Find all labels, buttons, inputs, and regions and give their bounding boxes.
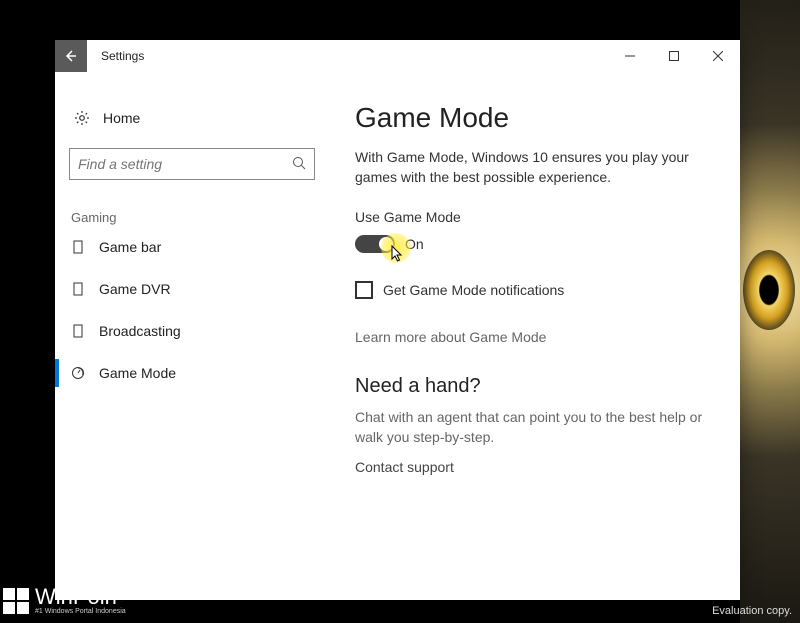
toggle-knob <box>379 237 393 251</box>
main-panel: Game Mode With Game Mode, Windows 10 ens… <box>345 102 740 600</box>
toggle-state: On <box>405 236 424 252</box>
evaluation-watermark: Evaluation copy. <box>712 605 792 617</box>
wallpaper-owl-eye <box>743 250 795 330</box>
search-icon <box>292 156 306 173</box>
gear-icon <box>73 110 91 126</box>
sidebar-group-header: Gaming <box>69 210 345 225</box>
search-box[interactable] <box>69 148 315 180</box>
sidebar-item-label: Game Mode <box>99 365 176 381</box>
learn-more-link[interactable]: Learn more about Game Mode <box>355 329 720 345</box>
back-button[interactable] <box>55 40 87 72</box>
sidebar-item-label: Game bar <box>99 239 161 255</box>
sidebar-item-game-bar[interactable]: Game bar <box>69 227 345 267</box>
sidebar-item-label: Broadcasting <box>99 323 181 339</box>
home-label: Home <box>103 110 140 126</box>
toggle-row: On <box>355 235 720 253</box>
content-area: Home Gaming Game bar Game DVR Broadcasti… <box>55 72 740 600</box>
page-heading: Game Mode <box>355 102 720 134</box>
home-link[interactable]: Home <box>69 102 345 134</box>
minimize-icon <box>625 51 635 61</box>
settings-window: Settings Home Gaming <box>55 40 740 600</box>
game-dvr-icon <box>69 282 87 296</box>
sidebar-item-broadcasting[interactable]: Broadcasting <box>69 311 345 351</box>
desktop-wallpaper <box>740 0 800 623</box>
help-description: Chat with an agent that can point you to… <box>355 408 715 447</box>
game-mode-toggle[interactable] <box>355 235 395 253</box>
arrow-left-icon <box>64 49 78 63</box>
close-icon <box>713 51 723 61</box>
minimize-button[interactable] <box>608 40 652 72</box>
maximize-icon <box>669 51 679 61</box>
watermark-brand: WinPoin <box>35 586 126 608</box>
watermark-subtitle: #1 Windows Portal Indonesia <box>35 608 126 615</box>
help-heading: Need a hand? <box>355 375 720 398</box>
checkbox-label: Get Game Mode notifications <box>383 282 564 298</box>
notifications-checkbox[interactable]: Get Game Mode notifications <box>355 281 720 299</box>
search-input[interactable] <box>78 156 292 172</box>
game-bar-icon <box>69 240 87 254</box>
close-button[interactable] <box>696 40 740 72</box>
sidebar-item-label: Game DVR <box>99 281 171 297</box>
game-mode-icon <box>69 366 87 380</box>
broadcasting-icon <box>69 324 87 338</box>
watermark: WinPoin #1 Windows Portal Indonesia <box>3 586 126 615</box>
checkbox-box <box>355 281 373 299</box>
window-title: Settings <box>101 49 144 63</box>
contact-support-link[interactable]: Contact support <box>355 459 720 475</box>
toggle-label: Use Game Mode <box>355 209 720 225</box>
watermark-logo-icon <box>3 588 29 614</box>
sidebar-item-game-dvr[interactable]: Game DVR <box>69 269 345 309</box>
titlebar: Settings <box>55 40 740 72</box>
maximize-button[interactable] <box>652 40 696 72</box>
sidebar-item-game-mode[interactable]: Game Mode <box>69 353 345 393</box>
sidebar: Home Gaming Game bar Game DVR Broadcasti… <box>55 102 345 600</box>
page-description: With Game Mode, Windows 10 ensures you p… <box>355 148 720 187</box>
